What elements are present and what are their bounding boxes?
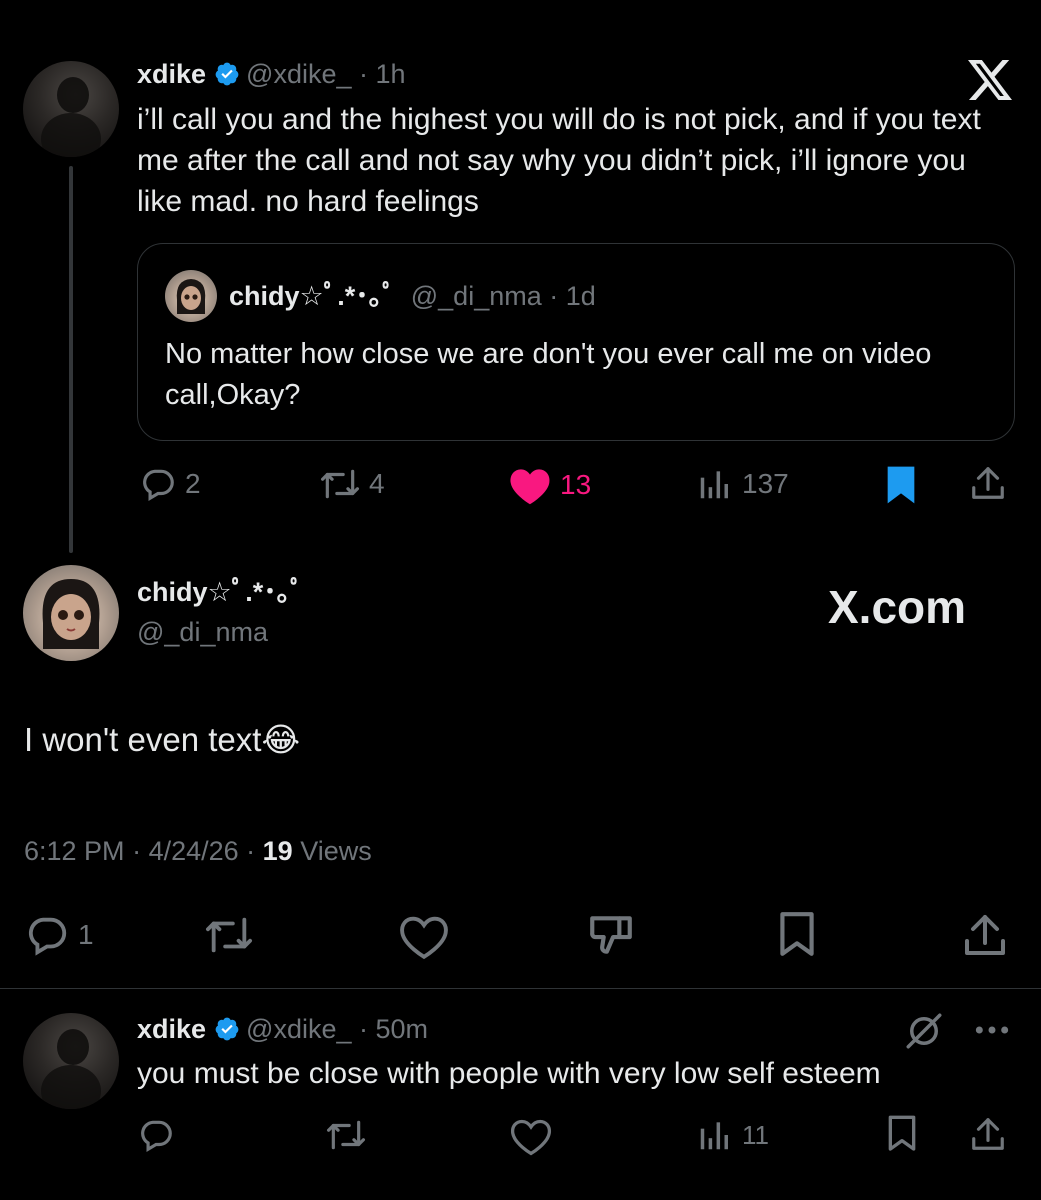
main-avatar[interactable]	[23, 565, 119, 661]
verified-badge-icon	[214, 1016, 240, 1042]
quote-text: No matter how close we are don't you eve…	[165, 338, 932, 411]
reply-views-button[interactable]: 11	[696, 1116, 769, 1154]
like-count: 13	[560, 469, 592, 500]
post-time: 6:12 PM	[24, 836, 125, 866]
reply-button[interactable]: 2	[139, 465, 201, 503]
post-date: 4/24/26	[148, 836, 239, 866]
quote-avatar[interactable]	[165, 270, 217, 322]
quote-header: chidy☆ﾟ.*･｡ﾟ @_di_nma · 1d	[229, 280, 596, 312]
quote-timestamp: · 1d	[549, 281, 596, 311]
bookmark-button[interactable]	[883, 465, 919, 505]
main-reply-count: 1	[78, 919, 94, 950]
reply-count: 2	[185, 468, 201, 499]
repost-icon	[321, 469, 359, 499]
reply-icon	[28, 917, 67, 956]
share-icon	[972, 467, 1004, 499]
like-button[interactable]: 13	[508, 465, 591, 505]
reply-icon	[141, 1120, 172, 1153]
views-icon	[700, 471, 728, 499]
repost-icon	[206, 917, 252, 953]
main-share-button[interactable]	[961, 910, 1009, 960]
reply-share-button[interactable]	[969, 1114, 1007, 1154]
verified-badge-icon	[214, 61, 240, 87]
tweet-meta: 6:12 PM · 4/24/26 · 19 Views	[24, 836, 372, 866]
handle[interactable]: @xdike_	[246, 59, 351, 89]
tweet-text: i’ll call you and the highest you will d…	[137, 103, 981, 218]
reply-display-name[interactable]: xdike	[137, 1014, 206, 1044]
bookmark-icon	[888, 1115, 916, 1151]
grok-icon[interactable]	[903, 1010, 945, 1057]
reply-reply-button[interactable]	[137, 1116, 175, 1154]
views-count: 137	[742, 468, 789, 499]
timestamp[interactable]: · 1h	[359, 59, 406, 89]
reply-handle[interactable]: @xdike_	[246, 1014, 351, 1044]
x-logo-icon[interactable]	[966, 58, 1014, 104]
reply-views-count: 11	[742, 1119, 769, 1150]
main-like-button[interactable]	[398, 912, 450, 960]
share-icon	[965, 915, 1005, 955]
heart-icon	[400, 916, 448, 960]
thread-line	[69, 166, 73, 553]
repost-button[interactable]: 4	[319, 465, 385, 503]
views-button[interactable]: 137	[696, 465, 789, 503]
bookmark-filled-icon	[887, 466, 915, 504]
tweet-header: xdike @xdike_ · 1h	[137, 58, 406, 90]
heart-filled-icon	[510, 469, 550, 505]
main-handle[interactable]: @_di_nma	[137, 616, 268, 648]
heart-icon	[510, 1119, 552, 1156]
more-options-icon[interactable]	[973, 1016, 1011, 1049]
bookmark-icon	[780, 912, 814, 956]
repost-icon	[327, 1120, 365, 1150]
main-text: I won't even text	[24, 721, 262, 758]
avatar[interactable]	[23, 61, 119, 157]
reply-avatar[interactable]	[23, 1013, 119, 1109]
quote-handle[interactable]: @_di_nma	[411, 281, 542, 311]
views-label[interactable]: Views	[300, 836, 372, 866]
divider	[0, 988, 1041, 989]
share-icon	[972, 1118, 1004, 1150]
main-dislike-button[interactable]	[586, 910, 636, 960]
views-count-bold[interactable]: 19	[263, 836, 293, 866]
reply-header: xdike @xdike_ · 50m	[137, 1013, 428, 1045]
reply-timestamp[interactable]: · 50m	[359, 1014, 428, 1044]
share-button[interactable]	[969, 463, 1007, 503]
main-bookmark-button[interactable]	[775, 910, 819, 960]
reply-repost-button[interactable]	[325, 1116, 367, 1154]
main-tweet-text: I won't even text😂	[24, 718, 300, 762]
reply-bookmark-button[interactable]	[884, 1114, 920, 1154]
reply-icon	[143, 469, 174, 502]
reply-text: you must be close with people with very …	[137, 1057, 881, 1090]
laughing-emoji: 😂	[261, 721, 300, 758]
main-repost-button[interactable]	[203, 912, 255, 958]
main-reply-button[interactable]: 1	[24, 912, 94, 958]
display-name[interactable]: xdike	[137, 59, 206, 89]
quote-display-name[interactable]: chidy☆ﾟ.*･｡ﾟ	[229, 281, 396, 311]
views-icon	[700, 1122, 728, 1150]
main-display-name[interactable]: chidy☆ﾟ.*･｡ﾟ	[137, 576, 304, 608]
watermark: X.com	[828, 581, 967, 633]
dislike-icon	[590, 916, 632, 954]
repost-count: 4	[369, 468, 385, 499]
reply-like-button[interactable]	[509, 1116, 553, 1156]
